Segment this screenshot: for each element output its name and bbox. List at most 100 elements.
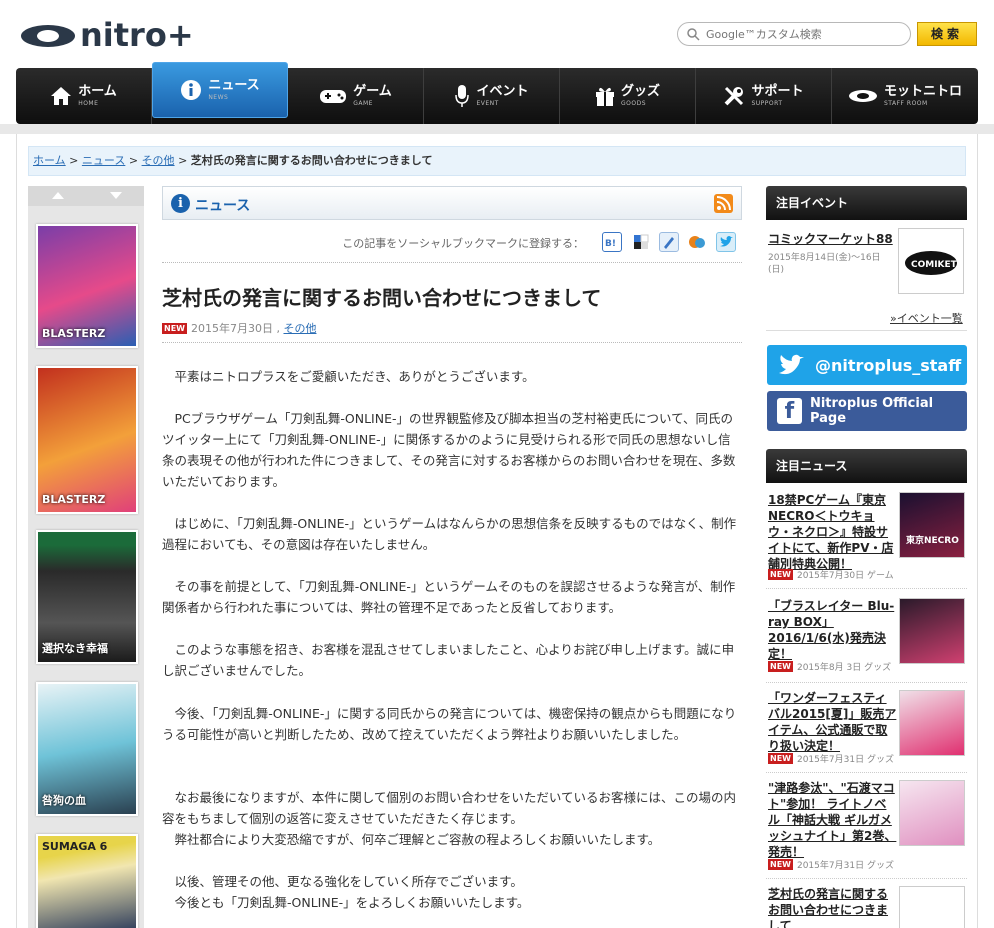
nav-event[interactable]: イベント EVENT [424,68,560,124]
home-icon [50,86,72,106]
comiket-logo-text: COMIKET [911,260,958,270]
article-paragraph: 今後、「刀剣乱舞-ONLINE-」に関する同氏からの発言については、機密保持の観… [162,706,737,742]
featured-event-header: 注目イベント [766,186,967,220]
nav-event-sub: EVENT [476,100,499,107]
new-badge: NEW [768,753,793,764]
featured-news-meta: NEW 2015年7月31日 グッズ [768,752,898,765]
game-cover[interactable]: BLASTERZ [36,224,138,348]
nav-home[interactable]: ホーム HOME [16,68,152,124]
featured-news-item[interactable]: "津路参汰"、"石渡マコト"参加！ ライトノベル「神話大戦 ギルガメッシュナイト… [768,780,968,872]
rss-icon[interactable] [714,194,733,213]
nav-game-label: ゲーム [353,84,392,99]
featured-news-title[interactable]: 18禁PCゲーム『東京NECRO＜トウキョウ・ネクロ＞』特設サイトにて、新作PV… [768,492,898,572]
breadcrumb-home[interactable]: ホーム [33,154,66,167]
gamepad-icon [319,87,347,105]
twitter-bird-icon [777,352,807,378]
game-cover-label: 選択なき幸福 [42,642,108,655]
twitter-share-icon[interactable] [716,232,736,252]
social-label: この記事をソーシャルブックマークに登録する： [342,237,584,250]
main-nav: ホーム HOME ニュース NEWS ゲーム GAME イベント EVENT グッズ GO… [16,62,978,124]
featured-news-title[interactable]: "津路参汰"、"石渡マコト"参加！ ライトノベル「神話大戦 ギルガメッシュナイト… [768,780,898,860]
game-cover-label: 咎狗の血 [42,794,86,807]
new-badge: NEW [768,569,793,580]
featured-news-item[interactable]: 芝村氏の発言に関するお問い合わせにつきまして [768,886,968,928]
article-paragraph: 今後とも「刀剣乱舞-ONLINE-」をよろしくお願いいたします。 [174,895,530,910]
nav-underline [0,124,994,134]
breadcrumb-news[interactable]: ニュース [82,154,125,167]
featured-news-date: 2015年8月 3日 [796,663,862,673]
article-category-link[interactable]: その他 [283,322,316,335]
new-badge: NEW [162,323,187,334]
carousel-down-arrow-icon[interactable] [110,192,122,199]
facebook-page-name: Nitroplus Official Page [809,396,934,426]
news-section-title: ニュース [195,198,251,214]
nav-support-label: サポート [751,84,804,99]
featured-news-thumbnail[interactable] [899,690,965,756]
game-cover-label: SUMAGA 6 [42,840,108,853]
nav-goods-sub: GOODS [620,100,647,107]
divider [766,878,967,879]
nav-news-sub: NEWS [208,94,229,101]
social-bookmark-bar: この記事をソーシャルブックマークに登録する： B! [162,232,742,254]
facebook-banner[interactable]: f Nitroplus Official Page [767,391,967,431]
featured-news-meta: NEW 2015年7月30日 ゲーム [768,568,898,581]
featured-news-category: グッズ [864,663,892,673]
nav-staff-room[interactable]: モットニトロ STAFF ROOM [832,68,978,124]
game-cover-label: BLASTERZ [42,493,106,506]
breadcrumb-sep: > [178,154,188,167]
nav-news[interactable]: ニュース NEWS [152,62,288,118]
search-icon [686,27,700,44]
delicious-icon[interactable] [631,232,651,252]
breadcrumb: ホーム > ニュース > その他 > 芝村氏の発言に関するお問い合わせにつきまし… [28,146,966,176]
game-cover-label: BLASTERZ [42,327,106,340]
comiket-logo[interactable]: COMIKET [898,228,964,294]
featured-news-title[interactable]: 「ブラスレイター Blu-ray BOX」2016/1/6(水)発売決定！ [768,598,898,662]
nav-news-label: ニュース [208,78,260,93]
nav-game-sub: GAME [353,100,373,107]
nav-event-label: イベント [476,84,529,99]
event-title-link[interactable]: コミックマーケット88 [768,230,898,247]
buzzurl-icon[interactable] [687,232,707,252]
nav-goods[interactable]: グッズ GOODS [560,68,696,124]
nav-support[interactable]: サポート SUPPORT [696,68,832,124]
featured-news-thumbnail[interactable] [899,780,965,846]
nav-game[interactable]: ゲーム GAME [288,68,424,124]
divider [766,772,967,773]
featured-news-thumbnail[interactable] [899,598,965,664]
new-badge: NEW [768,661,793,672]
game-cover[interactable]: 咎狗の血 [36,682,138,816]
info-icon [180,79,202,101]
featured-news-item[interactable]: 「ワンダーフェスティバル2015[夏]」販売アイテム、公式通販で取り扱い決定！ … [768,690,968,770]
featured-news-title[interactable]: 「ワンダーフェスティバル2015[夏]」販売アイテム、公式通販で取り扱い決定！ [768,690,898,754]
carousel-up-arrow-icon[interactable] [52,192,64,199]
livedoor-clip-icon[interactable] [659,232,679,252]
hatena-bookmark-icon[interactable]: B! [602,232,622,252]
game-cover[interactable]: BLASTERZ [36,366,138,514]
article-date-sep: , [276,322,280,335]
search-button[interactable]: 検索 [917,22,977,46]
featured-news-thumbnail[interactable] [899,886,965,928]
game-cover[interactable]: SUMAGA 6 [36,834,138,928]
featured-news-category: グッズ [866,861,894,871]
featured-news-date: 2015年7月30日 [796,571,865,581]
featured-news-item[interactable]: 18禁PCゲーム『東京NECRO＜トウキョウ・ネクロ＞』特設サイトにて、新作PV… [768,492,968,582]
divider [162,342,742,343]
search-input[interactable] [706,25,906,43]
twitter-banner[interactable]: @nitroplus_staff [767,345,967,385]
logo-text: nitro+ [80,16,194,54]
nitroplus-logo[interactable]: nitro+ [18,14,230,54]
featured-news-thumbnail[interactable]: 東京NECRO [899,492,965,558]
article-paragraph: 以後、管理その他、更なる強化をしていく所存でございます。 [174,874,523,889]
event-list-link[interactable]: »イベント一覧 [890,310,963,326]
nav-support-sub: SUPPORT [751,100,783,107]
new-badge: NEW [768,859,793,870]
featured-news-title[interactable]: 芝村氏の発言に関するお問い合わせにつきまして [768,886,898,928]
divider [162,262,742,263]
divider [766,682,967,683]
nitro-mark-icon [848,88,878,104]
nav-home-sub: HOME [78,100,99,107]
game-cover[interactable]: 選択なき幸福 [36,530,138,664]
breadcrumb-other[interactable]: その他 [142,154,175,167]
featured-news-item[interactable]: 「ブラスレイター Blu-ray BOX」2016/1/6(水)発売決定！ NE… [768,598,968,678]
carousel-arrows [28,186,144,206]
